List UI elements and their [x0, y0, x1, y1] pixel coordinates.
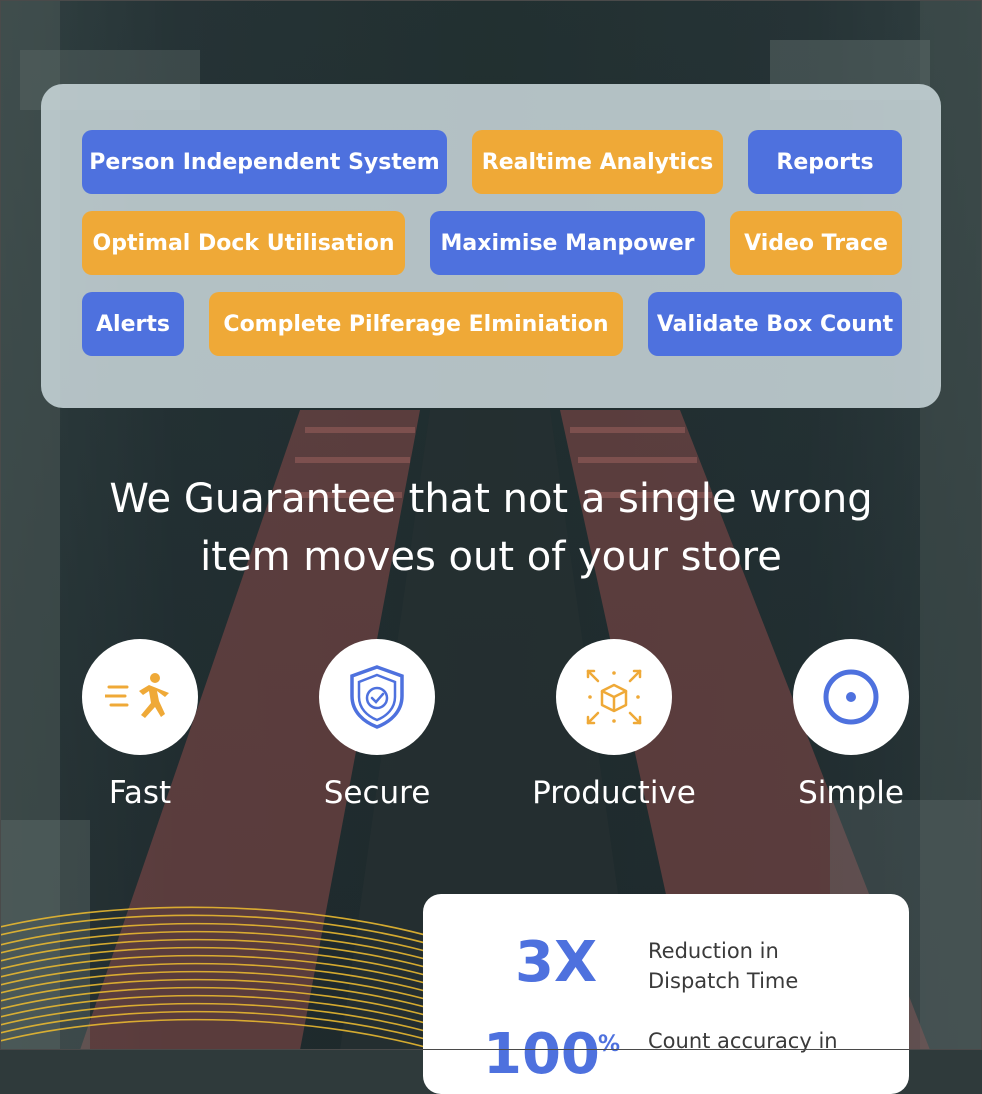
feature-productive: Productive [524, 639, 704, 811]
stat-dispatch-time-line-1: Reduction in [648, 939, 779, 963]
tag-realtime-analytics: Realtime Analytics [472, 130, 723, 194]
tag-maximise-manpower: Maximise Manpower [430, 211, 705, 275]
feature-tags-panel: Person Independent System Realtime Analy… [41, 84, 941, 408]
decorative-waves [0, 906, 440, 1050]
feature-simple-badge [793, 639, 909, 755]
stat-count-accuracy-description: Count accuracy in [648, 1026, 838, 1056]
tag-person-independent-system: Person Independent System [82, 130, 447, 194]
stat-dispatch-time-line-2: Dispatch Time [648, 969, 799, 993]
stat-count-accuracy-unit: % [598, 1032, 621, 1057]
feature-fast-label: Fast [108, 775, 172, 811]
tag-validate-box-count: Validate Box Count [648, 292, 902, 356]
tag-optimal-dock-utilisation: Optimal Dock Utilisation [82, 211, 405, 275]
guarantee-headline: We Guarantee that not a single wrong ite… [40, 470, 942, 586]
target-circle-icon [823, 669, 879, 725]
feature-fast: Fast [50, 639, 230, 811]
stat-count-accuracy-line-1: Count accuracy in [648, 1029, 838, 1053]
feature-simple-label: Simple [798, 775, 904, 811]
tag-alerts: Alerts [82, 292, 184, 356]
feature-secure: Secure [287, 639, 467, 811]
shield-check-icon [350, 665, 404, 729]
tag-reports: Reports [748, 130, 902, 194]
feature-productive-label: Productive [532, 775, 696, 811]
feature-productive-badge [556, 639, 672, 755]
feature-secure-badge [319, 639, 435, 755]
stat-dispatch-time-description: Reduction in Dispatch Time [648, 936, 798, 996]
headline-line-2: item moves out of your store [200, 534, 782, 580]
headline-line-1: We Guarantee that not a single wrong [109, 476, 873, 522]
feature-fast-badge [82, 639, 198, 755]
stat-dispatch-time-value: 3X [515, 930, 598, 995]
running-man-icon [105, 673, 169, 718]
tag-complete-pilferage-elimination: Complete Pilferage Elminiation [209, 292, 623, 356]
stats-card: 3X Reduction in Dispatch Time 100 % Coun… [423, 894, 909, 1094]
stat-count-accuracy-value: 100 [483, 1022, 600, 1087]
feature-simple: Simple [761, 639, 941, 811]
tag-video-trace: Video Trace [730, 211, 902, 275]
box-expand-icon [586, 669, 642, 725]
feature-secure-label: Secure [323, 775, 431, 811]
